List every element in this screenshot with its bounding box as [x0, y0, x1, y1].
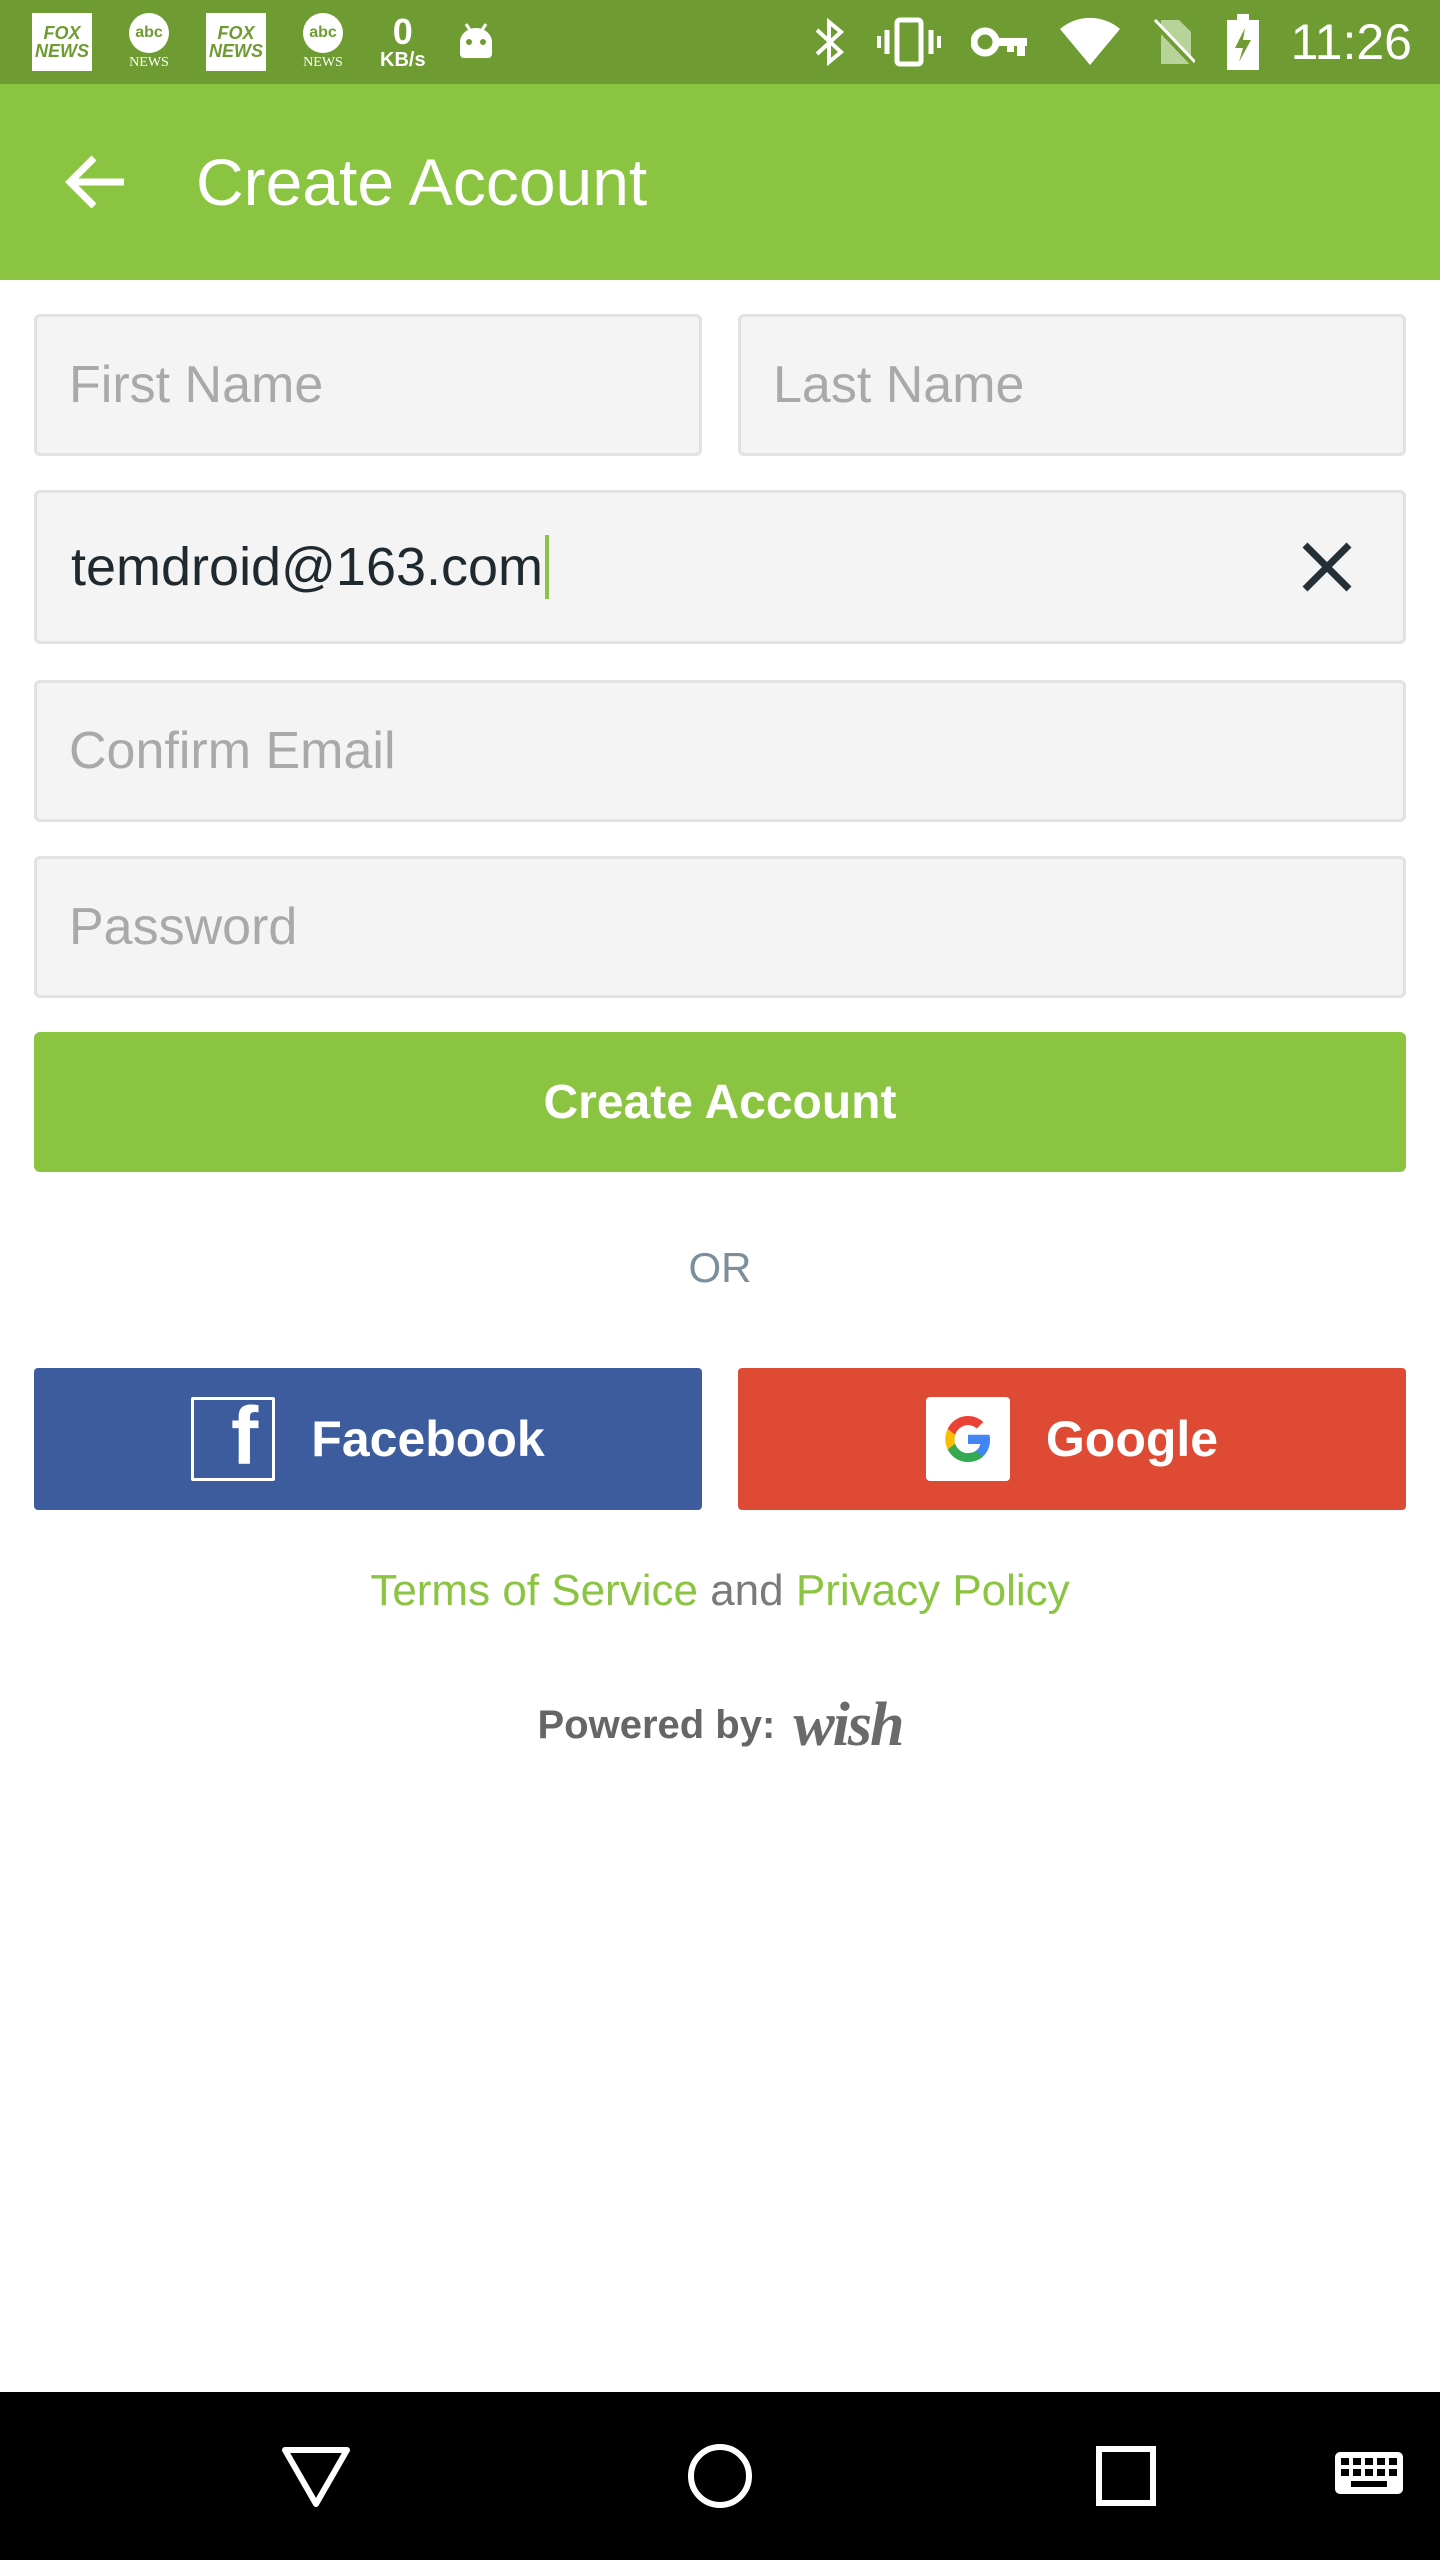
home-circle-icon [688, 2444, 752, 2508]
fox-news-line1: FOX [43, 23, 81, 43]
abc-logo: abc [303, 13, 343, 53]
first-name-input[interactable] [37, 317, 699, 453]
recents-square-icon [1096, 2446, 1156, 2506]
app-bar: Create Account [0, 84, 1440, 280]
abc-news-notification-icon: abc NEWS [294, 10, 352, 74]
fox-news-line1: FOX [217, 23, 255, 43]
nav-recents-button[interactable] [1086, 2436, 1166, 2516]
email-input[interactable]: temdroid@163.com [71, 493, 550, 641]
google-login-button[interactable]: Google [738, 1368, 1406, 1510]
vibrate-icon [876, 16, 941, 68]
clear-email-button[interactable] [1295, 535, 1359, 599]
google-label: Google [1045, 1411, 1219, 1467]
android-icon [454, 20, 498, 64]
wish-logo: wish [793, 1691, 904, 1759]
data-speed-unit: KB/s [380, 49, 426, 71]
back-button[interactable] [56, 142, 136, 222]
nav-back-button[interactable] [276, 2436, 356, 2516]
status-bar: FOX NEWS abc NEWS FOX NEWS abc NEWS 0 KB… [0, 0, 1440, 84]
text-cursor [545, 535, 550, 599]
last-name-input[interactable] [741, 317, 1403, 453]
privacy-policy-link[interactable]: Privacy Policy [796, 1566, 1070, 1615]
confirm-email-field-container [34, 680, 1406, 822]
bluetooth-icon [813, 16, 847, 68]
powered-by-label: Powered by: [537, 1703, 776, 1747]
email-field[interactable]: temdroid@163.com [34, 490, 1406, 644]
abc-news-label: NEWS [303, 55, 343, 70]
nav-home-button[interactable] [680, 2436, 760, 2516]
notification-icons: FOX NEWS abc NEWS FOX NEWS abc NEWS 0 KB… [32, 10, 498, 74]
facebook-icon: f [191, 1391, 276, 1482]
data-speed-indicator: 0 KB/s [380, 11, 426, 71]
or-divider: OR [688, 1244, 752, 1291]
last-name-field-container [738, 314, 1406, 456]
data-speed-value: 0 [392, 11, 413, 52]
system-icons: 11:26 [813, 0, 1412, 84]
back-triangle-icon [282, 2447, 350, 2507]
fox-news-line2: NEWS [35, 41, 89, 61]
close-icon [1302, 542, 1352, 592]
google-icon [925, 1397, 1010, 1481]
email-value: temdroid@163.com [71, 537, 544, 597]
arrow-back-icon [65, 155, 124, 209]
keyboard-icon [1335, 2452, 1403, 2494]
wifi-icon [1059, 17, 1121, 67]
page-title: Create Account [196, 145, 648, 219]
legal-and-text: and [710, 1566, 784, 1615]
abc-news-label: NEWS [129, 55, 169, 70]
facebook-label: Facebook [311, 1411, 545, 1467]
fox-news-notification-icon: FOX NEWS [206, 13, 266, 71]
first-name-field-container [34, 314, 702, 456]
terms-of-service-link[interactable]: Terms of Service [370, 1566, 698, 1615]
keyboard-switch-button[interactable] [1330, 2436, 1408, 2516]
clock: 11:26 [1290, 14, 1412, 70]
system-navigation-bar [0, 2392, 1440, 2560]
facebook-login-button[interactable]: f Facebook [34, 1368, 702, 1510]
legal-links: Terms of Service and Privacy Policy [0, 1566, 1440, 1616]
fox-news-notification-icon: FOX NEWS [32, 13, 92, 71]
abc-logo: abc [129, 13, 169, 53]
password-input[interactable] [37, 859, 1403, 995]
no-sim-icon [1150, 16, 1195, 68]
create-account-button[interactable]: Create Account [34, 1032, 1406, 1172]
powered-by: Powered by: wish [0, 1690, 1440, 1761]
vpn-key-icon [970, 22, 1029, 62]
fox-news-line2: NEWS [209, 41, 263, 61]
abc-news-notification-icon: abc NEWS [120, 10, 178, 74]
password-field-container [34, 856, 1406, 998]
battery-charging-icon [1225, 14, 1261, 70]
confirm-email-input[interactable] [37, 683, 1403, 819]
